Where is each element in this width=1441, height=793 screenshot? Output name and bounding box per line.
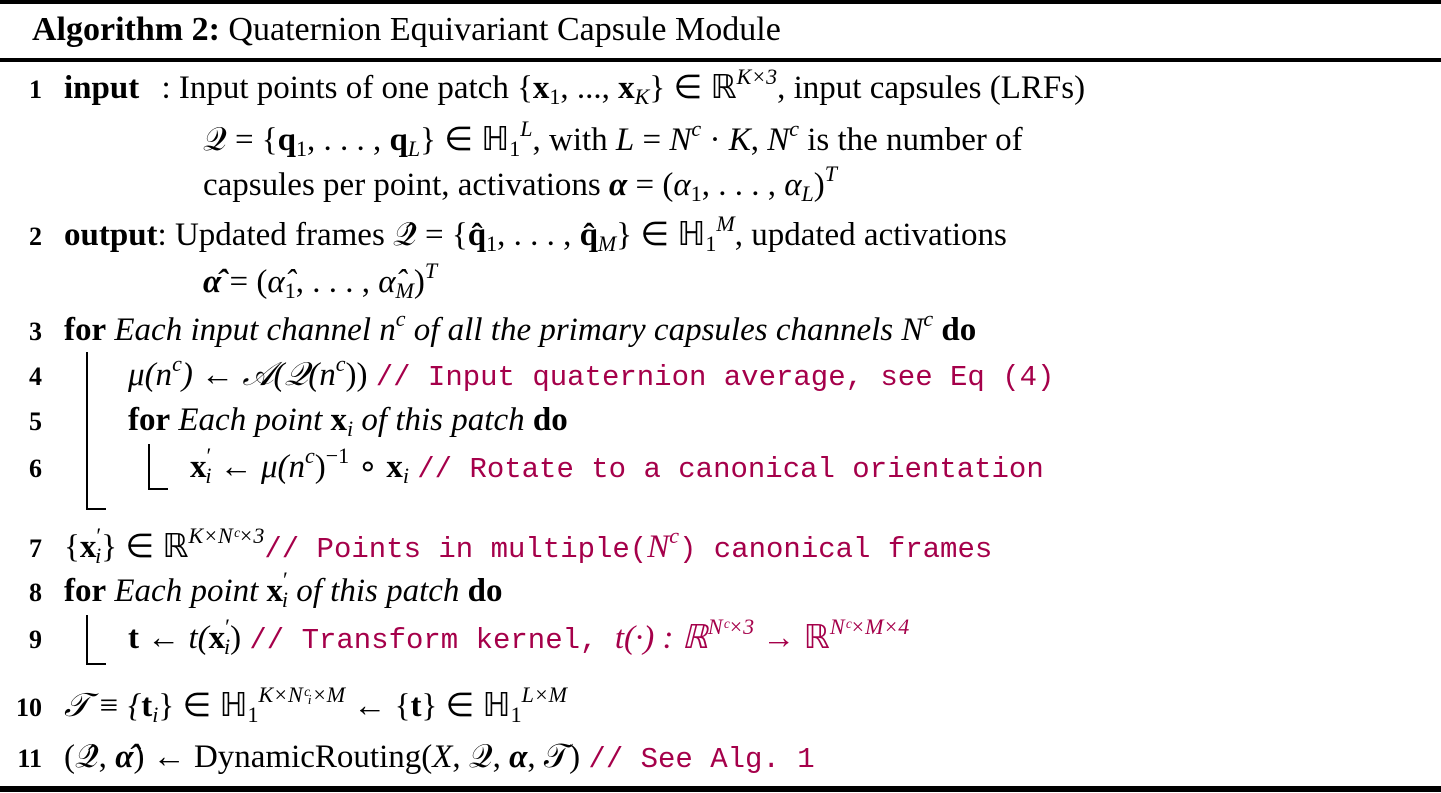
algorithm-line-for-transformed: for Each point x′i of this patch do bbox=[64, 567, 503, 612]
loop-bracket-outer-end bbox=[86, 508, 106, 510]
line-number: 9 bbox=[29, 625, 42, 654]
comment: // Rotate to a canonical orientation bbox=[417, 453, 1044, 486]
algorithm-line-output-cont: α̂ = (α̂1, . . . , α̂M)T bbox=[203, 258, 438, 303]
algorithm-caption: Algorithm 2: Quaternion Equivariant Caps… bbox=[32, 8, 781, 52]
keyword-do: do bbox=[941, 312, 977, 348]
algorithm-line-kernel-set: 𝒯 ≡ {ti} ∈ ℍ1K×Nᶜᵢ×M ← {t} ∈ ℍ1L×M bbox=[64, 682, 568, 727]
line-number: 4 bbox=[29, 362, 42, 391]
keyword-input: input bbox=[64, 70, 140, 106]
loop-bracket-inner bbox=[148, 444, 150, 490]
bottom-rule bbox=[0, 786, 1441, 792]
line-number: 3 bbox=[29, 317, 42, 346]
algorithm-line-points-set: {x′i} ∈ ℝK×Nᶜ×3// Points in multiple(Nc)… bbox=[64, 523, 993, 568]
line-number: 6 bbox=[29, 454, 42, 483]
line-number: 11 bbox=[17, 744, 42, 773]
loop-bracket-outer bbox=[86, 352, 88, 510]
line-number: 10 bbox=[16, 693, 42, 722]
line-number: 8 bbox=[29, 578, 42, 607]
line-number: 5 bbox=[29, 407, 42, 436]
caption-rule bbox=[0, 58, 1441, 62]
algorithm-line-input: input : Input points of one patch {x1, .… bbox=[64, 64, 1086, 109]
top-rule bbox=[0, 0, 1441, 4]
keyword-for: for bbox=[128, 402, 171, 438]
algorithm-line-rotate: x′i ← μ(nc)−1 ∘ xi // Rotate to a canoni… bbox=[190, 443, 1044, 488]
algorithm-line-transform: t ← t(x′i) // Transform kernel, t(·) : ℝ… bbox=[128, 614, 910, 659]
line-number: 1 bbox=[29, 75, 42, 104]
line-number: 7 bbox=[29, 534, 42, 563]
comment: // See Alg. 1 bbox=[588, 743, 815, 776]
keyword-for: for bbox=[64, 312, 107, 348]
keyword-do: do bbox=[467, 573, 503, 609]
comment: // Transform kernel, bbox=[249, 624, 615, 657]
keyword-output: output bbox=[64, 217, 158, 253]
loop-bracket-inner-end bbox=[148, 488, 168, 490]
algorithm-label: Algorithm 2: bbox=[32, 11, 220, 48]
algorithm-line-input-cont: 𝒬 = {q1, . . . , qL} ∈ ℍ1L, with L = Nc … bbox=[203, 116, 1023, 161]
keyword-do: do bbox=[532, 402, 568, 438]
algorithm-line-output: output: Updated frames 𝒬̂ = {q̂1, . . . … bbox=[64, 211, 1007, 256]
comment: // Input quaternion average, see Eq (4) bbox=[375, 361, 1055, 394]
algorithm-title: Quaternion Equivariant Capsule Module bbox=[228, 11, 781, 48]
line-number: 2 bbox=[29, 222, 42, 251]
comment: // Points in multiple( bbox=[264, 533, 648, 566]
algorithm-line-input-cont2: capsules per point, activations α = (α1,… bbox=[203, 161, 838, 206]
algorithm-line-for-channels: for Each input channel nc of all the pri… bbox=[64, 306, 977, 349]
keyword-for: for bbox=[64, 573, 107, 609]
algorithm-line-for-points: for Each point xi of this patch do bbox=[128, 402, 568, 441]
loop-bracket bbox=[86, 615, 88, 665]
algorithm-line-average: μ(nc) ← 𝒜(𝒬(nc)) // Input quaternion ave… bbox=[128, 351, 1055, 395]
algorithm-line-routing: (𝒬̂, α̂) ← DynamicRouting(X, 𝒬, α, 𝒯) //… bbox=[64, 739, 815, 776]
loop-bracket-end bbox=[86, 663, 106, 665]
